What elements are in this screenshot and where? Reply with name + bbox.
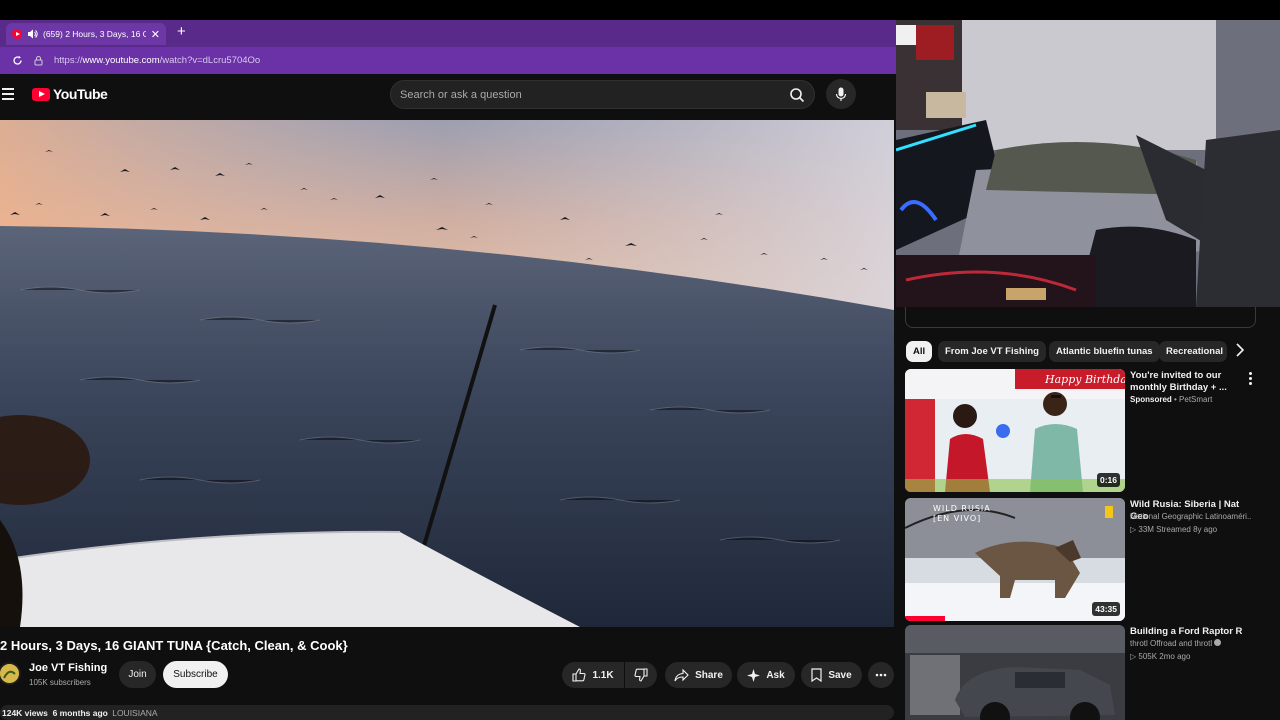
site-info-icon[interactable] bbox=[33, 55, 44, 66]
video-thumbnail[interactable]: Happy Birthday 0:16 bbox=[905, 369, 1125, 492]
chip-recreational[interactable]: Recreational bbox=[1159, 341, 1227, 362]
recommendation-channel[interactable]: Sponsored • PetSmart bbox=[1130, 395, 1252, 404]
chevron-right-icon[interactable] bbox=[1235, 343, 1245, 357]
video-title: 2 Hours, 3 Days, 16 GIANT TUNA {Catch, C… bbox=[0, 638, 348, 653]
video-duration: 0:16 bbox=[1096, 473, 1120, 487]
ask-label: Ask bbox=[766, 669, 785, 681]
speaker-icon[interactable] bbox=[27, 29, 38, 39]
url-prefix: https:// bbox=[54, 55, 83, 66]
video-thumbnail[interactable]: WILD RUSIA [EN VIVO] 43:35 bbox=[905, 498, 1125, 621]
bookmark-icon bbox=[811, 668, 822, 682]
recommendation-meta: ▷ 33M Streamed 8y ago bbox=[1130, 525, 1218, 534]
ask-button[interactable]: Ask bbox=[737, 662, 795, 688]
microphone-icon bbox=[835, 87, 847, 101]
url-text[interactable]: https://www.youtube.com/watch?v=dLcru570… bbox=[54, 55, 260, 66]
browser-tab[interactable]: (659) 2 Hours, 3 Days, 16 GIANT ✕ bbox=[6, 23, 166, 45]
video-player[interactable] bbox=[0, 120, 894, 627]
views-and-age: 33M Streamed 8y ago bbox=[1138, 525, 1218, 534]
thumbnail-image bbox=[905, 625, 1125, 720]
share-button[interactable]: Share bbox=[665, 662, 732, 688]
recommendation-meta: ▷ 505K 2mo ago bbox=[1130, 652, 1191, 661]
chip-atlantic-bluefin[interactable]: Atlantic bluefin tunas bbox=[1049, 341, 1160, 362]
search-input[interactable]: Search or ask a question bbox=[390, 80, 815, 109]
more-vertical-icon[interactable] bbox=[1249, 372, 1253, 387]
sponsored-label: Sponsored bbox=[1130, 395, 1172, 404]
url-path: /watch?v=dLcru5704Oo bbox=[159, 55, 261, 66]
new-tab-icon[interactable]: + bbox=[177, 23, 186, 40]
recommendation-channel[interactable]: National Geographic Latinoaméri... bbox=[1130, 512, 1252, 521]
webcam-overlay bbox=[896, 20, 1280, 307]
join-button[interactable]: Join bbox=[119, 661, 156, 688]
more-horizontal-icon bbox=[875, 673, 887, 677]
thumbnail-overlay-text: Happy Birthday bbox=[1044, 373, 1125, 386]
channel-name[interactable]: Joe VT Fishing bbox=[29, 662, 107, 674]
upload-age: 6 months ago bbox=[52, 708, 108, 718]
webcam-image bbox=[896, 20, 1280, 307]
thumbs-up-icon bbox=[572, 668, 586, 682]
reload-icon[interactable] bbox=[12, 55, 23, 66]
more-actions-button[interactable] bbox=[868, 662, 894, 688]
verified-icon bbox=[1214, 639, 1222, 646]
subscriber-count: 105K subscribers bbox=[29, 678, 91, 687]
sparkle-icon bbox=[747, 668, 761, 682]
search-icon[interactable] bbox=[789, 87, 805, 103]
video-frame bbox=[0, 120, 894, 627]
chip-all[interactable]: All bbox=[906, 341, 933, 362]
dislike-button[interactable] bbox=[625, 662, 657, 688]
recommendations-sidebar: All From Joe VT Fishing Atlantic bluefin… bbox=[896, 307, 1280, 720]
channel-name-text: throtl Offroad and throtl bbox=[1130, 639, 1213, 648]
channel-avatar[interactable] bbox=[0, 662, 21, 685]
recommendation-title[interactable]: Building a Ford Raptor R bbox=[1130, 626, 1250, 638]
location-tag[interactable]: LOUISIANA bbox=[112, 708, 157, 718]
search-placeholder: Search or ask a question bbox=[400, 88, 522, 101]
menu-icon[interactable] bbox=[2, 88, 14, 100]
youtube-logo[interactable]: YouTube bbox=[32, 86, 108, 102]
thumbnail-image: Happy Birthday bbox=[905, 369, 1125, 492]
subscribe-button[interactable]: Subscribe bbox=[163, 661, 228, 688]
description-box[interactable]: 124K views 6 months ago LOUISIANA bbox=[0, 705, 894, 720]
sponsor-name: PetSmart bbox=[1179, 395, 1213, 404]
youtube-logo-text: YouTube bbox=[53, 86, 108, 102]
save-button[interactable]: Save bbox=[801, 662, 862, 688]
url-domain: www.youtube.com bbox=[82, 55, 160, 66]
youtube-header: YouTube Search or ask a question bbox=[0, 74, 896, 118]
youtube-favicon-icon bbox=[12, 29, 22, 39]
views-and-age: 505K 2mo ago bbox=[1138, 652, 1191, 661]
view-count: 124K views bbox=[2, 708, 48, 718]
thumbs-down-icon bbox=[634, 668, 648, 682]
recommendation-title[interactable]: You're invited to our monthly Birthday +… bbox=[1130, 370, 1250, 394]
like-button[interactable]: 1.1K bbox=[562, 662, 624, 688]
close-tab-icon[interactable]: ✕ bbox=[151, 28, 160, 41]
browser-tab-bar: (659) 2 Hours, 3 Days, 16 GIANT ✕ + bbox=[0, 20, 896, 47]
like-count: 1.1K bbox=[592, 669, 614, 681]
video-duration: 43:35 bbox=[1092, 602, 1120, 616]
video-thumbnail[interactable] bbox=[905, 625, 1125, 720]
save-label: Save bbox=[828, 669, 852, 681]
voice-search-button[interactable] bbox=[826, 79, 856, 109]
recommendation-item[interactable]: Building a Ford Raptor R throtl Offroad … bbox=[905, 625, 1275, 720]
tab-title: (659) 2 Hours, 3 Days, 16 GIANT bbox=[43, 29, 146, 39]
recommendation-channel[interactable]: throtl Offroad and throtl bbox=[1130, 639, 1252, 648]
recommendation-item[interactable]: WILD RUSIA [EN VIVO] 43:35 Wild Rusia: Si… bbox=[905, 498, 1275, 621]
chip-from-channel[interactable]: From Joe VT Fishing bbox=[938, 341, 1046, 362]
share-icon bbox=[674, 668, 689, 681]
share-label: Share bbox=[695, 669, 723, 681]
youtube-logo-icon bbox=[32, 87, 50, 101]
youtube-page: YouTube Search or ask a question 2 Hours… bbox=[0, 74, 896, 720]
address-bar[interactable]: https://www.youtube.com/watch?v=dLcru570… bbox=[0, 47, 896, 74]
sidebar-top-card bbox=[905, 307, 1256, 328]
channel-avatar-image bbox=[0, 664, 19, 683]
recommendation-item[interactable]: Happy Birthday 0:16 You're invited to ou… bbox=[905, 369, 1275, 492]
